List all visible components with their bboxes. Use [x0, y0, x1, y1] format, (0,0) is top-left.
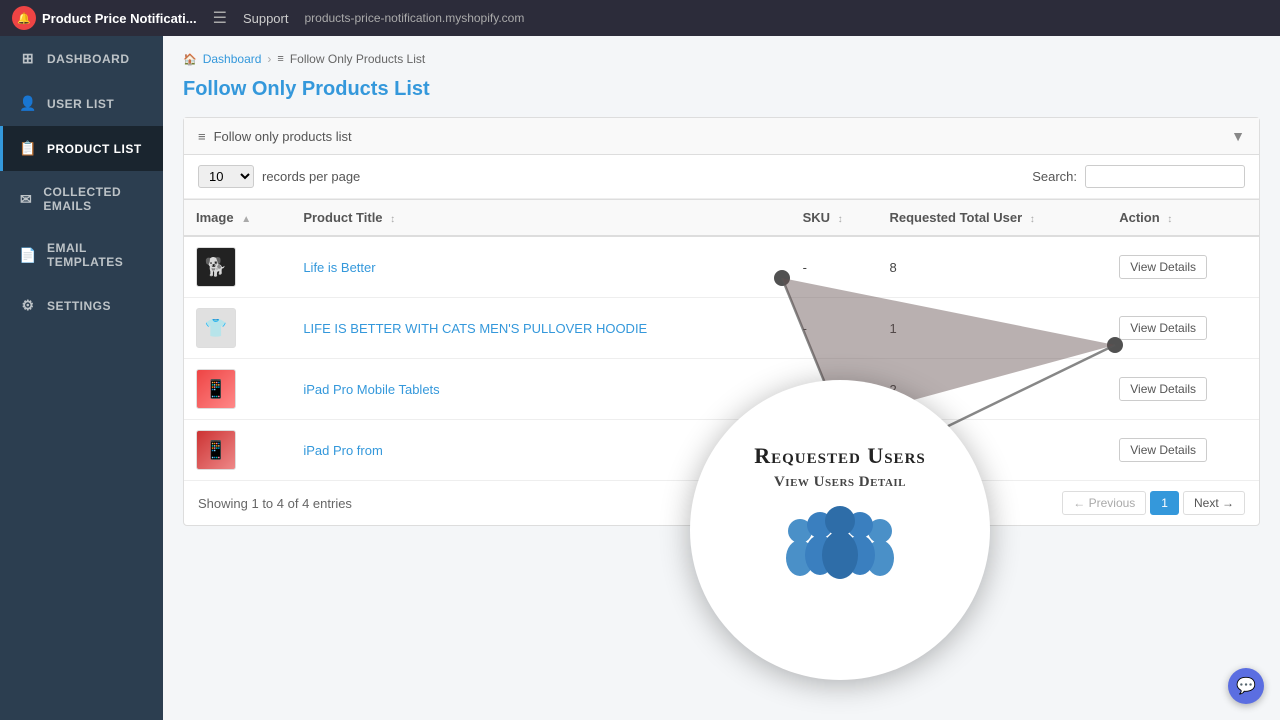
col-requested-total-user[interactable]: Requested Total User ↕: [878, 200, 1108, 237]
product-list-icon: 📋: [19, 140, 37, 157]
sidebar-label-collected-emails: COLLECTED EMAILS: [43, 185, 147, 213]
topbar: Product Price Notificati... ☰ Support pr…: [0, 0, 1280, 36]
view-details-button-3[interactable]: View Details: [1119, 377, 1207, 401]
card-header: ≡ Follow only products list ▼: [184, 118, 1259, 155]
table-row: 👕 LIFE IS BETTER WITH CATS MEN'S PULLOVER…: [184, 298, 1259, 359]
table-header-row: Image ▲ Product Title ↕ SKU ↕ Requested …: [184, 200, 1259, 237]
chat-bubble[interactable]: 💬: [1228, 668, 1264, 704]
sidebar-item-settings[interactable]: ⚙ SETTINGS: [0, 283, 163, 328]
product-image-3: 📱: [196, 369, 236, 409]
dashboard-icon: ⊞: [19, 50, 37, 67]
store-url: products-price-notification.myshopify.co…: [304, 11, 524, 25]
col-image[interactable]: Image ▲: [184, 200, 291, 237]
toolbar: 10 25 50 100 records per page Search:: [184, 155, 1259, 199]
app-icon: [12, 6, 36, 30]
app-name: Product Price Notificati...: [42, 11, 197, 26]
home-icon: 🏠: [183, 53, 197, 66]
col-sku[interactable]: SKU ↕: [791, 200, 878, 237]
page-1-button[interactable]: 1: [1150, 491, 1179, 515]
table-row: 📱 iPad Pro from -1 View Details: [184, 420, 1259, 481]
breadcrumb-separator: ›: [267, 52, 271, 66]
product-title-link-1[interactable]: Life is Better: [303, 260, 375, 275]
table-row: 📱 iPad Pro Mobile Tablets -2 View Details: [184, 359, 1259, 420]
sidebar-item-collected-emails[interactable]: ✉ COLLECTED EMAILS: [0, 171, 163, 227]
product-image-1: 🐕: [196, 247, 236, 287]
view-details-button-2[interactable]: View Details: [1119, 316, 1207, 340]
user-list-icon: 👤: [19, 95, 37, 112]
view-details-button-1[interactable]: View Details: [1119, 255, 1207, 279]
previous-button[interactable]: ← Previous: [1062, 491, 1146, 515]
card-header-label: Follow only products list: [214, 129, 352, 144]
breadcrumb: 🏠 Dashboard › ≡ Follow Only Products Lis…: [183, 52, 1260, 66]
sku-3: -: [791, 359, 878, 420]
pagination-controls: ← Previous 1 Next →: [1062, 491, 1245, 515]
sidebar: ⊞ DASHBOARD 👤 USER LIST 📋 PRODUCT LIST ✉…: [0, 36, 163, 720]
next-button[interactable]: Next →: [1183, 491, 1245, 515]
sku-1: -: [791, 236, 878, 298]
app-brand: Product Price Notificati...: [12, 6, 197, 30]
product-title-link-2[interactable]: LIFE IS BETTER WITH CATS MEN'S PULLOVER …: [303, 321, 647, 336]
showing-text: Showing 1 to 4 of 4 entries: [198, 496, 352, 511]
card-collapse-button[interactable]: ▼: [1231, 128, 1245, 144]
records-label: records per page: [262, 169, 360, 184]
sidebar-label-product-list: PRODUCT LIST: [47, 142, 142, 156]
main-layout: ⊞ DASHBOARD 👤 USER LIST 📋 PRODUCT LIST ✉…: [0, 36, 1280, 720]
page-title: Follow Only Products List: [183, 78, 1260, 101]
sidebar-label-email-templates: EMAIL TEMPLATES: [47, 241, 147, 269]
requested-total-user-1: 8: [878, 236, 1108, 298]
requested-total-user-4: 1: [878, 420, 1108, 481]
search-label: Search:: [1032, 169, 1077, 184]
toolbar-right: Search:: [1032, 165, 1245, 188]
col-action[interactable]: Action ↕: [1107, 200, 1259, 237]
pagination-area: Showing 1 to 4 of 4 entries ← Previous 1…: [184, 481, 1259, 525]
products-card: ≡ Follow only products list ▼ 10 25 50 1…: [183, 117, 1260, 526]
content-area: 🏠 Dashboard › ≡ Follow Only Products Lis…: [163, 36, 1280, 720]
col-product-title[interactable]: Product Title ↕: [291, 200, 790, 237]
sku-2: -: [791, 298, 878, 359]
sidebar-label-dashboard: DASHBOARD: [47, 52, 130, 66]
list-icon: ≡: [277, 53, 283, 65]
menu-icon[interactable]: ☰: [213, 8, 227, 28]
collected-emails-icon: ✉: [19, 191, 33, 208]
table-row: 🐕 Life is Better -8 View Details: [184, 236, 1259, 298]
search-input[interactable]: [1085, 165, 1245, 188]
requested-total-user-3: 2: [878, 359, 1108, 420]
sidebar-label-settings: SETTINGS: [47, 299, 111, 313]
sidebar-item-product-list[interactable]: 📋 PRODUCT LIST: [0, 126, 163, 171]
sidebar-item-user-list[interactable]: 👤 USER LIST: [0, 81, 163, 126]
product-image-2: 👕: [196, 308, 236, 348]
product-image-4: 📱: [196, 430, 236, 470]
toolbar-left: 10 25 50 100 records per page: [198, 165, 360, 188]
card-header-icon: ≡: [198, 129, 206, 144]
sidebar-item-dashboard[interactable]: ⊞ DASHBOARD: [0, 36, 163, 81]
records-per-page-select[interactable]: 10 25 50 100: [198, 165, 254, 188]
email-templates-icon: 📄: [19, 247, 37, 264]
support-link[interactable]: Support: [243, 11, 289, 26]
requested-total-user-2: 1: [878, 298, 1108, 359]
product-title-link-4[interactable]: iPad Pro from: [303, 443, 382, 458]
products-table: Image ▲ Product Title ↕ SKU ↕ Requested …: [184, 199, 1259, 481]
card-header-left: ≡ Follow only products list: [198, 129, 352, 144]
sidebar-label-user-list: USER LIST: [47, 97, 114, 111]
sidebar-item-email-templates[interactable]: 📄 EMAIL TEMPLATES: [0, 227, 163, 283]
breadcrumb-current: Follow Only Products List: [290, 52, 425, 66]
product-title-link-3[interactable]: iPad Pro Mobile Tablets: [303, 382, 439, 397]
settings-icon: ⚙: [19, 297, 37, 314]
breadcrumb-home[interactable]: Dashboard: [203, 52, 262, 66]
sku-4: -: [791, 420, 878, 481]
view-details-button-4[interactable]: View Details: [1119, 438, 1207, 462]
